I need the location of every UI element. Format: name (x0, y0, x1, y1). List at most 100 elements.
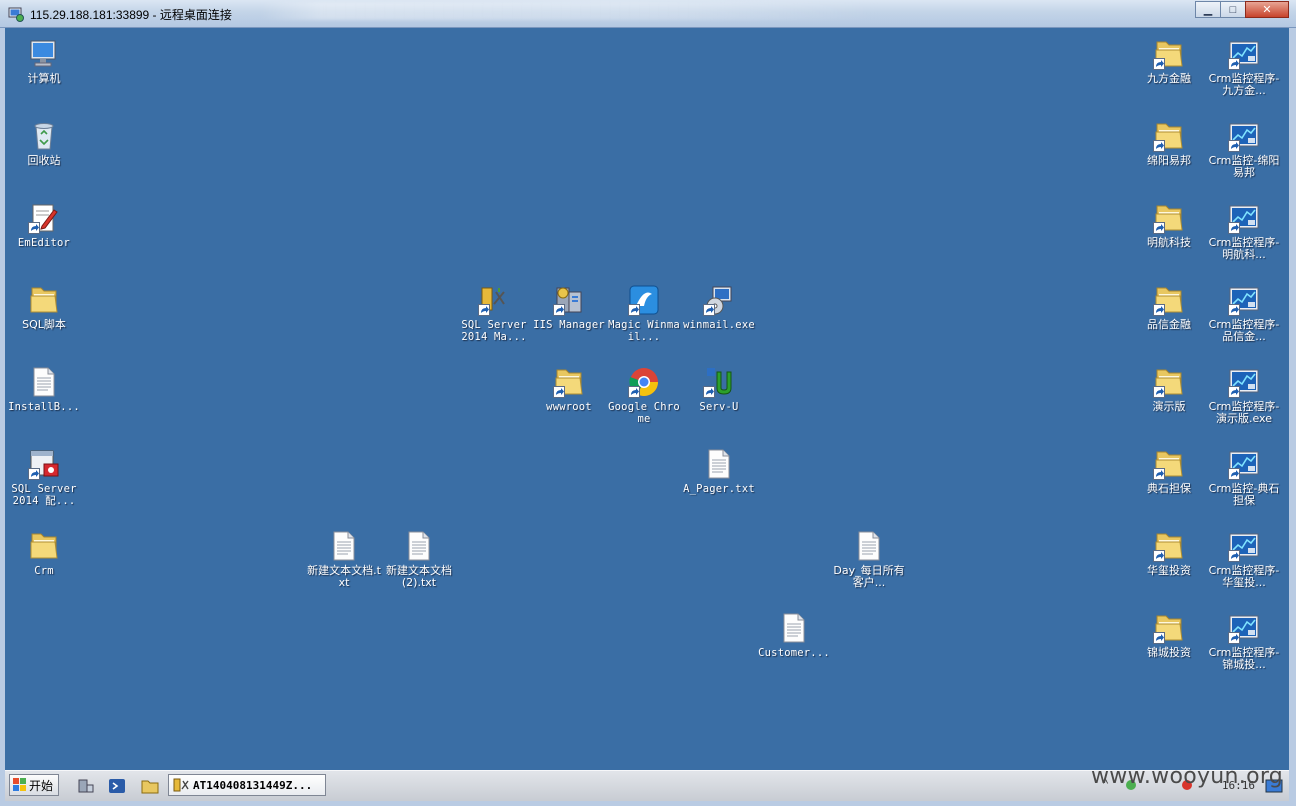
recycle-bin-icon (28, 120, 60, 152)
desktop-icon-crm-monitor-jincheng[interactable]: Crm监控程序-锦城投... (1206, 612, 1282, 671)
shortcut-arrow-icon (1153, 140, 1165, 152)
desktop-icon-demo[interactable]: 演示版 (1131, 366, 1207, 413)
desktop-icon-magic-winmail[interactable]: Magic Winmail... (606, 284, 682, 343)
icon-label: 华玺投资 (1147, 564, 1191, 577)
icon-label: SQL脚本 (22, 318, 66, 331)
folder-icon (1153, 202, 1185, 234)
shortcut-arrow-icon (1153, 222, 1165, 234)
taskbar-window-button[interactable]: AT140408131449Z... (168, 774, 326, 796)
folder-icon (553, 366, 585, 398)
desktop-icon-crm-monitor-pinxin[interactable]: Crm监控程序-品信金... (1206, 284, 1282, 343)
desktop-icon-winmail-exe[interactable]: winmail.exe (681, 284, 757, 331)
folder-icon (1153, 612, 1185, 644)
desktop-icon-dianshi[interactable]: 典石担保 (1131, 448, 1207, 495)
chrome-icon (628, 366, 660, 398)
shortcut-arrow-icon (1153, 632, 1165, 644)
desktop-icon-google-chrome[interactable]: Google Chrome (606, 366, 682, 425)
sql-management-icon (478, 284, 510, 316)
icon-label: EmEditor (17, 237, 71, 249)
remote-desktop-icon (8, 7, 24, 22)
icon-label: 绵阳易邦 (1147, 154, 1191, 167)
icon-label: Crm监控程序-华玺投... (1208, 564, 1280, 589)
monitor-app-icon (1228, 448, 1260, 480)
explorer-folder-icon[interactable] (141, 777, 159, 795)
text-file-icon (403, 530, 435, 562)
icon-label: SQL Server 2014 Ma... (461, 319, 527, 343)
icon-label: Crm监控-典石担保 (1208, 482, 1280, 507)
desktop-icon-sql-scripts[interactable]: SQL脚本 (6, 284, 82, 331)
icon-label: Serv-U (699, 401, 739, 413)
desktop-icon-crm-monitor-mianyang[interactable]: Crm监控-绵阳易邦 (1206, 120, 1282, 179)
icon-label: 明航科技 (1147, 236, 1191, 249)
text-file-icon (778, 612, 810, 644)
desktop-icon-crm[interactable]: Crm (6, 530, 82, 577)
emeditor-icon (28, 202, 60, 234)
desktop-icon-computer[interactable]: 计算机 (6, 38, 82, 85)
folder-icon (1153, 284, 1185, 316)
shortcut-arrow-icon (628, 304, 640, 316)
desktop-icon-installb[interactable]: InstallB... (6, 366, 82, 413)
icon-label: A_Pager.txt (683, 483, 755, 495)
icon-label: 新建文本文档 (2).txt (386, 564, 452, 589)
icon-label: 计算机 (27, 72, 61, 85)
shortcut-arrow-icon (1228, 58, 1240, 70)
start-button[interactable]: 开始 (9, 774, 59, 796)
desktop-icon-new-text-2[interactable]: 新建文本文档 (2).txt (381, 530, 457, 589)
desktop-icon-a-pager[interactable]: A_Pager.txt (681, 448, 757, 495)
close-button[interactable]: ✕ (1245, 1, 1289, 18)
shortcut-arrow-icon (28, 468, 40, 480)
desktop-icon-day-customers[interactable]: Day_每日所有客户... (831, 530, 907, 589)
minimize-button[interactable]: ▁ (1195, 1, 1221, 18)
server-manager-icon[interactable] (77, 777, 95, 795)
remote-desktop[interactable]: 计算机 回收站 EmEditor SQL脚本 InstallB... SQL S… (5, 28, 1289, 770)
shortcut-arrow-icon (703, 304, 715, 316)
desktop-icon-emeditor[interactable]: EmEditor (6, 202, 82, 249)
shortcut-arrow-icon (1228, 632, 1240, 644)
desktop-icon-sql-config[interactable]: SQL Server 2014 配... (6, 448, 82, 507)
icon-label: 品信金融 (1147, 318, 1191, 331)
shortcut-arrow-icon (1153, 58, 1165, 70)
desktop-icon-crm-monitor-huaxi[interactable]: Crm监控程序-华玺投... (1206, 530, 1282, 589)
desktop-icon-jiufang[interactable]: 九方金融 (1131, 38, 1207, 85)
desktop-icon-crm-monitor-demo[interactable]: Crm监控程序-演示版.exe (1206, 366, 1282, 425)
desktop-icon-pinxin[interactable]: 品信金融 (1131, 284, 1207, 331)
installer-icon (703, 284, 735, 316)
text-file-icon (703, 448, 735, 480)
desktop-icon-new-text[interactable]: 新建文本文档.txt (306, 530, 382, 589)
desktop-icon-sql-management[interactable]: SQL Server 2014 Ma... (456, 284, 532, 343)
monitor-app-icon (1228, 612, 1260, 644)
desktop-icon-minghang[interactable]: 明航科技 (1131, 202, 1207, 249)
computer-icon (28, 38, 60, 70)
servu-icon (703, 366, 735, 398)
icon-label: 新建文本文档.txt (307, 564, 381, 589)
folder-icon (28, 530, 60, 562)
desktop-icon-mianyang[interactable]: 绵阳易邦 (1131, 120, 1207, 167)
desktop-icon-jincheng[interactable]: 锦城投资 (1131, 612, 1207, 659)
shortcut-arrow-icon (28, 222, 40, 234)
window-frame-right (1289, 28, 1296, 806)
maximize-button[interactable]: □ (1220, 1, 1246, 18)
iis-icon (553, 284, 585, 316)
desktop-icon-recycle-bin[interactable]: 回收站 (6, 120, 82, 167)
desktop-icon-crm-monitor-jiufang[interactable]: Crm监控程序-九方金... (1206, 38, 1282, 97)
desktop-icon-wwwroot[interactable]: wwwroot (531, 366, 607, 413)
shortcut-arrow-icon (703, 386, 715, 398)
sql-config-icon (28, 448, 60, 480)
shortcut-arrow-icon (1228, 386, 1240, 398)
folder-icon (1153, 448, 1185, 480)
desktop-icon-crm-monitor-dianshi[interactable]: Crm监控-典石担保 (1206, 448, 1282, 507)
powershell-icon[interactable] (108, 777, 126, 795)
desktop-icon-huaxi[interactable]: 华玺投资 (1131, 530, 1207, 577)
shortcut-arrow-icon (1228, 140, 1240, 152)
icon-label: Crm监控程序-九方金... (1208, 72, 1280, 97)
icon-label: Customer... (758, 647, 830, 659)
desktop-icon-iis-manager[interactable]: IIS Manager (531, 284, 607, 331)
window-titlebar[interactable]: 115.29.188.181:33899 - 远程桌面连接 ▁ □ ✕ (0, 0, 1296, 28)
icon-label: 回收站 (27, 154, 61, 167)
shortcut-arrow-icon (1228, 222, 1240, 234)
shortcut-arrow-icon (553, 386, 565, 398)
desktop-icon-customer[interactable]: Customer... (756, 612, 832, 659)
icon-label: 典石担保 (1147, 482, 1191, 495)
desktop-icon-serv-u[interactable]: Serv-U (681, 366, 757, 413)
desktop-icon-crm-monitor-minghang[interactable]: Crm监控程序-明航科... (1206, 202, 1282, 261)
